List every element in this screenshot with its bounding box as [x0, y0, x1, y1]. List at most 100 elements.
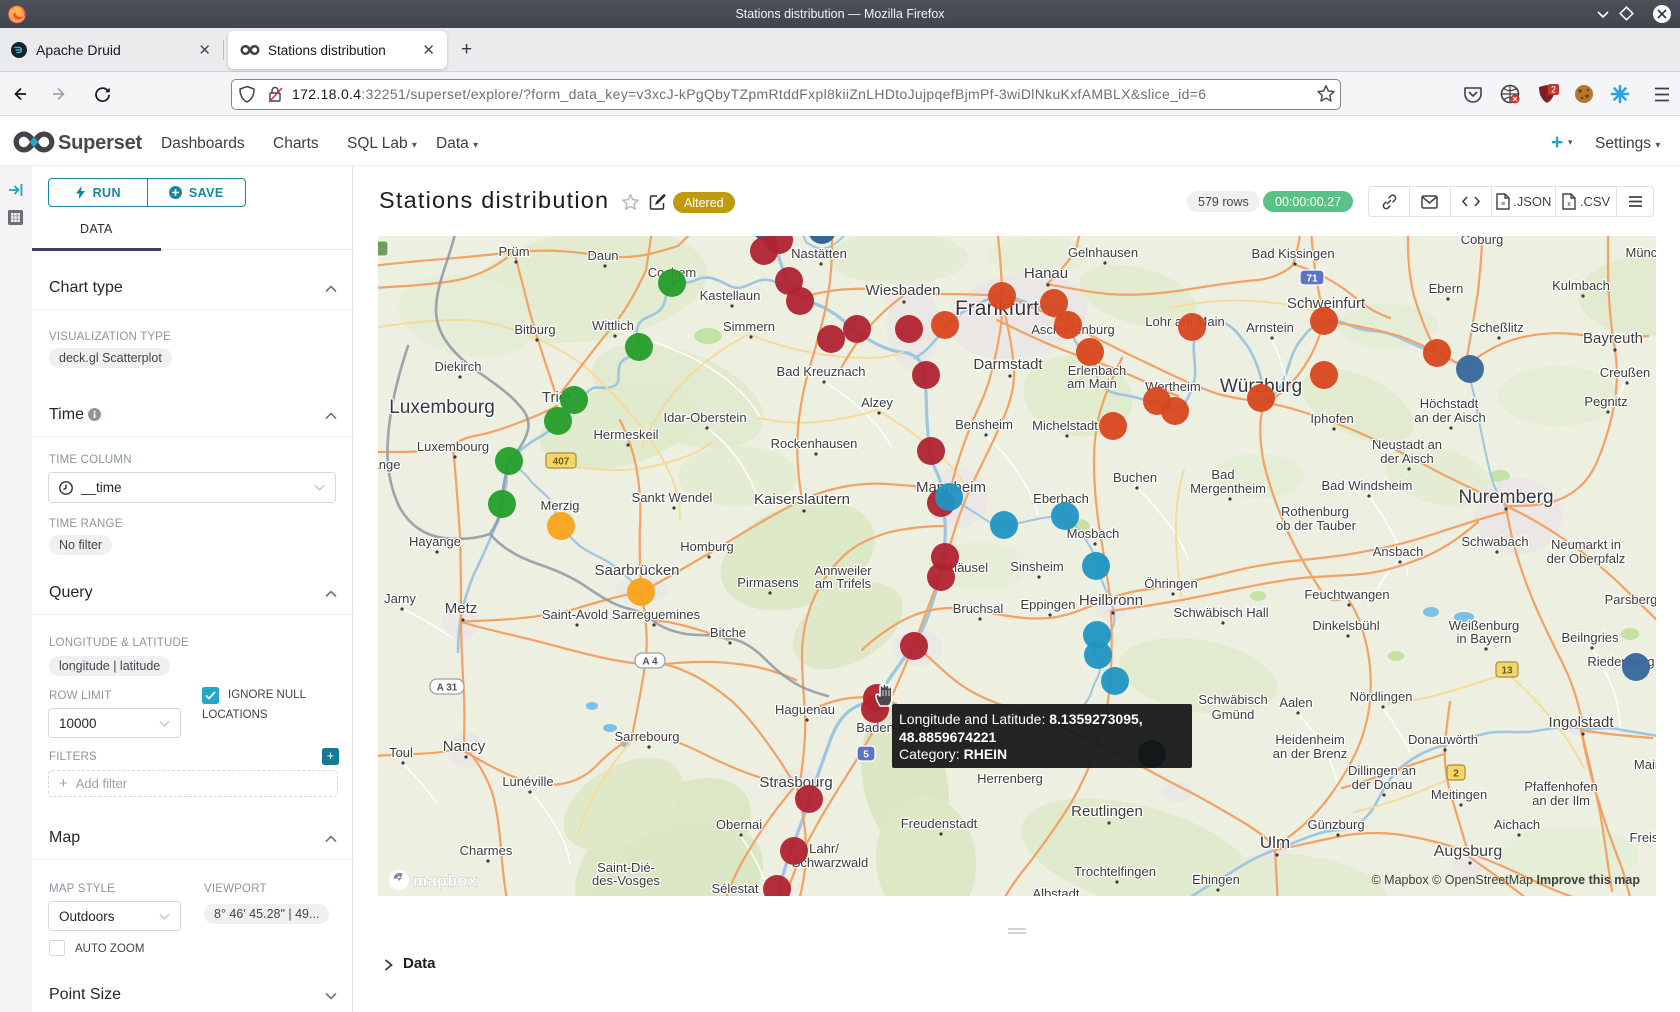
svg-text:© Mapbox © OpenStreetMap Impro: © Mapbox © OpenStreetMap Improve this ma… — [1371, 873, 1640, 887]
svg-text:an der Aisch: an der Aisch — [1414, 410, 1486, 425]
svg-text:Kaiserslautern: Kaiserslautern — [754, 491, 850, 508]
svg-text:Ehingen: Ehingen — [1192, 872, 1240, 887]
svg-text:Bensheim: Bensheim — [955, 417, 1013, 432]
svg-text:Nuremberg: Nuremberg — [1458, 487, 1553, 508]
svg-text:Merzig: Merzig — [540, 498, 579, 513]
svg-text:Strasbourg: Strasbourg — [759, 774, 832, 791]
svg-text:Bad Kreuznach: Bad Kreuznach — [777, 364, 866, 379]
svg-text:Obernai: Obernai — [716, 817, 762, 832]
svg-text:Trochtelfingen: Trochtelfingen — [1074, 864, 1156, 879]
svg-text:Daun: Daun — [587, 248, 618, 263]
svg-text:48.8859674221: 48.8859674221 — [899, 729, 997, 745]
svg-text:mapbox: mapbox — [413, 873, 477, 890]
svg-text:Lahr/: Lahr/ — [809, 841, 839, 856]
svg-text:Metz: Metz — [445, 600, 478, 617]
svg-text:Pfaffenhofen: Pfaffenhofen — [1524, 779, 1598, 794]
svg-text:Bruchsal: Bruchsal — [953, 601, 1004, 616]
svg-text:Lunéville: Lunéville — [502, 774, 553, 789]
svg-text:Neumarkt in: Neumarkt in — [1551, 537, 1621, 552]
svg-text:Diekirch: Diekirch — [435, 359, 482, 374]
svg-text:Pirmasens: Pirmasens — [737, 575, 799, 590]
svg-text:Günzburg: Günzburg — [1307, 817, 1364, 832]
svg-text:71: 71 — [1306, 274, 1318, 285]
svg-text:Schwäbisch: Schwäbisch — [1198, 692, 1267, 707]
svg-text:Meitingen: Meitingen — [1431, 787, 1487, 802]
svg-text:Bad: Bad — [1211, 467, 1234, 482]
svg-text:Homburg: Homburg — [680, 539, 733, 554]
svg-text:Dinkelsbühl: Dinkelsbühl — [1312, 618, 1379, 633]
svg-text:Arnstein: Arnstein — [1246, 320, 1294, 335]
svg-text:Öhringen: Öhringen — [1144, 576, 1197, 591]
svg-text:Coburg: Coburg — [1461, 236, 1504, 247]
svg-text:Herrenberg: Herrenberg — [977, 771, 1043, 786]
svg-text:am Main: am Main — [1067, 376, 1117, 391]
svg-text:Idar-Oberstein: Idar-Oberstein — [663, 410, 746, 425]
svg-text:Saint-Avold: Saint-Avold — [542, 607, 608, 622]
svg-text:Bad Windsheim: Bad Windsheim — [1321, 478, 1412, 493]
svg-text:Augsburg: Augsburg — [1434, 843, 1503, 860]
svg-text:13: 13 — [1501, 666, 1513, 677]
svg-text:ob der Tauber: ob der Tauber — [1276, 518, 1357, 533]
svg-text:Rockenhausen: Rockenhausen — [771, 436, 858, 451]
svg-text:Hanau: Hanau — [1024, 265, 1068, 282]
svg-text:Saarbrücken: Saarbrücken — [594, 562, 679, 579]
svg-text:Buchen: Buchen — [1113, 470, 1157, 485]
svg-text:Sinsheim: Sinsheim — [1010, 559, 1063, 574]
svg-text:Scheßlitz: Scheßlitz — [1470, 320, 1523, 335]
svg-text:A 31: A 31 — [437, 683, 458, 694]
svg-text:Albstadt: Albstadt — [1033, 886, 1080, 896]
svg-text:Simmern: Simmern — [723, 319, 775, 334]
svg-text:Pegnitz: Pegnitz — [1584, 394, 1627, 409]
svg-text:Nastätten: Nastätten — [791, 246, 847, 261]
svg-text:an der Ilm: an der Ilm — [1532, 793, 1590, 808]
svg-text:Ebern: Ebern — [1429, 281, 1464, 296]
svg-text:Luxembourg: Luxembourg — [389, 397, 495, 418]
svg-text:Rothenburg: Rothenburg — [1281, 504, 1349, 519]
svg-text:Parsberg: Parsberg — [1605, 592, 1656, 607]
svg-text:Nancy: Nancy — [443, 738, 486, 755]
svg-text:Wittlich: Wittlich — [592, 318, 634, 333]
svg-text:5: 5 — [863, 750, 869, 761]
svg-text:Sarreguemines: Sarreguemines — [612, 607, 701, 622]
svg-text:Reutlingen: Reutlingen — [1071, 803, 1143, 820]
svg-text:Kastellaun: Kastellaun — [700, 288, 761, 303]
svg-text:Category: RHEIN: Category: RHEIN — [899, 746, 1007, 762]
svg-text:Gmünd: Gmünd — [1212, 707, 1255, 722]
svg-text:Ingolstadt: Ingolstadt — [1548, 714, 1614, 731]
svg-text:407: 407 — [553, 457, 570, 468]
svg-text:Bitche: Bitche — [710, 625, 746, 640]
svg-text:Heilbronn: Heilbronn — [1079, 592, 1143, 609]
svg-text:Michelstadt: Michelstadt — [1032, 418, 1098, 433]
svg-text:der Donau: der Donau — [1352, 777, 1413, 792]
svg-text:Aalen: Aalen — [1279, 695, 1312, 710]
svg-text:Wiesbaden: Wiesbaden — [865, 282, 940, 299]
svg-text:Nördlingen: Nördlingen — [1350, 689, 1413, 704]
svg-text:Schwäbisch Hall: Schwäbisch Hall — [1173, 605, 1268, 620]
svg-text:Sarrebourg: Sarrebourg — [614, 729, 679, 744]
svg-text:Luxembourg: Luxembourg — [417, 439, 489, 454]
svg-text:Bitburg: Bitburg — [514, 322, 555, 337]
svg-text:Kulmbach: Kulmbach — [1552, 278, 1610, 293]
svg-text:an der Brenz: an der Brenz — [1273, 746, 1347, 761]
svg-text:Beilngries: Beilngries — [1561, 630, 1619, 645]
svg-text:Feuchtwangen: Feuchtwangen — [1304, 587, 1389, 602]
svg-text:Sélestat: Sélestat — [712, 881, 759, 896]
svg-text:am Trifels: am Trifels — [815, 576, 872, 591]
svg-text:der Oberpfalz: der Oberpfalz — [1547, 551, 1626, 566]
svg-text:des-Vosges: des-Vosges — [592, 873, 660, 888]
svg-text:Alzey: Alzey — [861, 395, 893, 410]
svg-text:Aichach: Aichach — [1494, 817, 1540, 832]
svg-text:Sankt Wendel: Sankt Wendel — [632, 490, 713, 505]
svg-text:Gelnhausen: Gelnhausen — [1068, 245, 1138, 260]
svg-text:Iphofen: Iphofen — [1310, 411, 1353, 426]
svg-text:Mergentheim: Mergentheim — [1190, 481, 1266, 496]
svg-text:Prüm: Prüm — [498, 244, 529, 259]
svg-text:Neustadt an: Neustadt an — [1372, 437, 1442, 452]
svg-text:Donauwörth: Donauwörth — [1408, 732, 1478, 747]
svg-text:Eppingen: Eppingen — [1021, 597, 1076, 612]
svg-text:2: 2 — [1453, 769, 1459, 780]
svg-text:≡: ≡ — [1500, 201, 1504, 208]
svg-text:Münch: Münch — [1625, 245, 1656, 260]
svg-text:Heidenheim: Heidenheim — [1275, 732, 1344, 747]
svg-text:A 4: A 4 — [642, 657, 658, 668]
